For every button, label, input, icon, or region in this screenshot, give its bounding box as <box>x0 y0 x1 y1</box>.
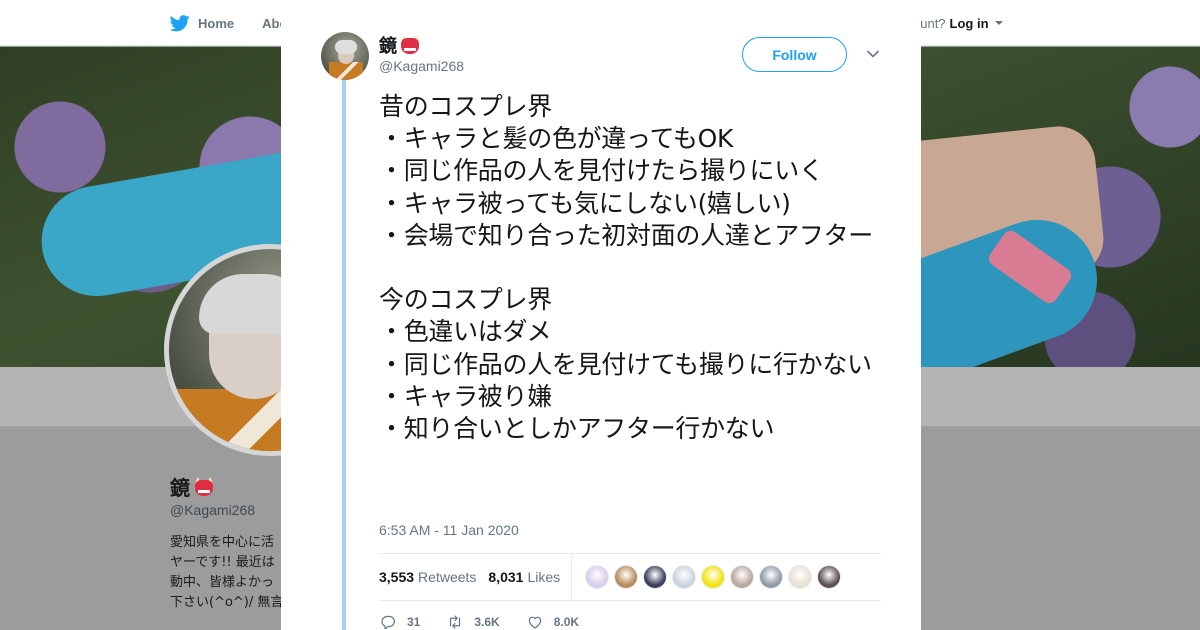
liker-avatar[interactable] <box>672 565 696 589</box>
tweet-text: 昔のコスプレ界 ・キャラと髪の色が違ってもOK ・同じ作品の人を見付けたら撮りに… <box>379 92 874 444</box>
tweet-stats: 3,553 Retweets 8,031 Likes <box>379 553 881 601</box>
nav-left: Home Abo <box>170 0 287 46</box>
caret-down-icon[interactable] <box>994 21 1003 25</box>
reply-icon <box>381 615 395 630</box>
follow-button[interactable]: Follow <box>742 37 847 72</box>
twitter-bird-icon[interactable] <box>170 14 190 32</box>
profile-name: 鏡 <box>170 472 215 501</box>
login-link[interactable]: Log in <box>950 16 989 31</box>
author-avatar[interactable] <box>321 32 369 80</box>
liker-avatar[interactable] <box>643 565 667 589</box>
chevron-down-icon[interactable] <box>866 47 880 61</box>
tweet-timestamp[interactable]: 6:53 AM - 11 Jan 2020 <box>379 522 519 538</box>
tweet-actions: 31 3.6K 8.0K <box>379 612 605 630</box>
liker-avatar[interactable] <box>730 565 754 589</box>
liker-avatars <box>585 565 841 589</box>
ogre-icon <box>399 35 421 55</box>
author-name[interactable]: 鏡 <box>379 32 421 58</box>
retweet-count[interactable]: 3,553 <box>379 569 414 585</box>
profile-handle: @Kagami268 <box>170 502 256 518</box>
nav-home-link[interactable]: Home <box>198 16 234 31</box>
liker-avatar[interactable] <box>817 565 841 589</box>
retweet-label[interactable]: Retweets <box>418 569 476 585</box>
author-handle[interactable]: @Kagami268 <box>379 58 464 74</box>
reply-action[interactable]: 31 <box>379 613 420 630</box>
profile-bio: 愛知県を中心に活 ヤーです!! 最近は 動中、皆様よかっ 下さい(^o^)/ 無… <box>170 535 282 610</box>
like-label[interactable]: Likes <box>527 569 560 585</box>
heart-icon <box>528 616 541 629</box>
liker-avatar[interactable] <box>701 565 725 589</box>
like-count[interactable]: 8,031 <box>488 569 523 585</box>
reply-count: 31 <box>407 615 421 629</box>
liker-avatar[interactable] <box>759 565 783 589</box>
close-icon[interactable]: ✕ <box>1152 11 1180 41</box>
liker-avatar[interactable] <box>585 565 609 589</box>
like-action-count: 8.0K <box>553 615 580 629</box>
retweet-action-count: 3.6K <box>474 615 500 629</box>
liker-avatar[interactable] <box>614 565 638 589</box>
ogre-icon <box>193 476 215 497</box>
like-action[interactable]: 8.0K <box>526 613 579 630</box>
liker-avatar[interactable] <box>788 565 812 589</box>
retweet-action[interactable]: 3.6K <box>446 613 500 630</box>
thread-line <box>342 80 346 630</box>
retweet-icon <box>450 615 461 629</box>
tweet-permalink-modal: 鏡 @Kagami268 Follow 昔のコスプレ界 ・キャラと髪の色が違って… <box>281 0 921 630</box>
